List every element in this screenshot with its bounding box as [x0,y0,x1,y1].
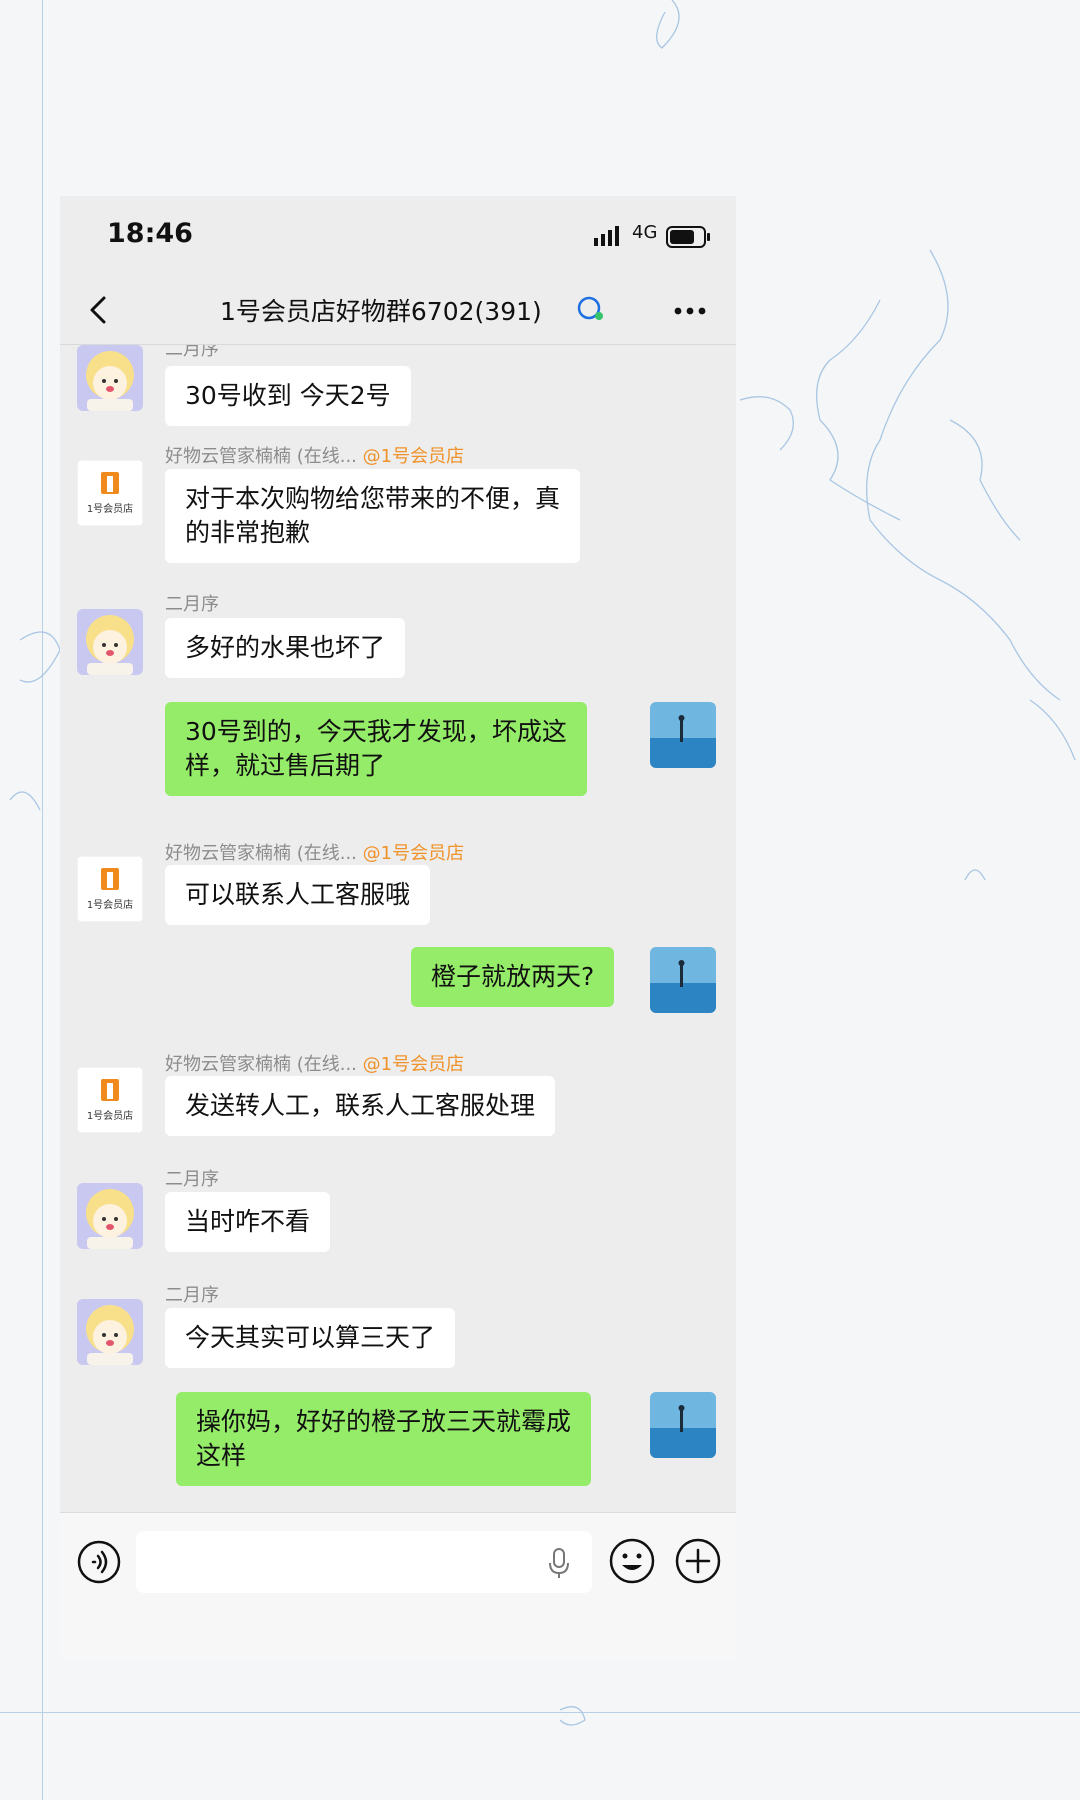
status-time: 18:46 [107,218,193,249]
avatar-user-a[interactable] [77,609,143,675]
cartoon-avatar-icon [77,609,143,675]
chat-title: 1号会员店好物群6702(391) [220,297,542,326]
message-bubble[interactable]: 发送转人工，联系人工客服处理 [165,1076,556,1136]
add-more-icon[interactable] [674,1537,722,1585]
svg-text:1号会员店: 1号会员店 [87,1109,133,1122]
group-chat-badge-icon [577,296,603,320]
sender-name: 好物云管家楠楠 (在线... @1号会员店 [165,843,465,864]
avatar-user-a[interactable] [77,345,143,411]
message-input[interactable] [136,1531,592,1593]
message-bubble[interactable]: 可以联系人工客服哦 [165,865,431,925]
sender-name: 二月序 [165,1169,219,1190]
network-type: 4G [632,222,658,243]
seascape-avatar-icon [650,1392,716,1458]
sender-name: 好物云管家楠楠 (在线... @1号会员店 [165,446,465,467]
svg-text:1号会员店: 1号会员店 [87,898,133,911]
sender-name: 好物云管家楠楠 (在线... @1号会员店 [165,1054,465,1075]
avatar-bot[interactable]: 1号会员店 [77,460,143,526]
microphone-icon[interactable] [544,1547,574,1579]
message-bubble[interactable]: 今天其实可以算三天了 [165,1308,456,1368]
seascape-avatar-icon [650,702,716,768]
svg-text:1号会员店: 1号会员店 [87,502,133,515]
avatar-self[interactable] [650,947,716,1013]
sender-name: 二月序 [165,594,219,615]
sender-name: 二月序 [165,345,219,360]
phone-screen: 18:46 4G 1号会员店好物群6702(391) 二月序 30号收到 今天2… [60,196,736,1660]
message-bubble-self[interactable]: 30号到的，今天我才发现，坏成这 样，就过售后期了 [165,702,587,796]
message-bubble[interactable]: 多好的水果也坏了 [165,618,406,678]
avatar-bot[interactable]: 1号会员店 [77,1067,143,1133]
signal-icon [594,226,619,246]
emoji-icon[interactable] [608,1537,656,1585]
message-bubble[interactable]: 对于本次购物给您带来的不便，真 的非常抱歉 [165,469,581,563]
message-bubble[interactable]: 30号收到 今天2号 [165,366,411,426]
store-logo-icon: 1号会员店 [77,1067,143,1133]
avatar-bot[interactable]: 1号会员店 [77,856,143,922]
seascape-avatar-icon [650,947,716,1013]
battery-icon [666,226,710,248]
cartoon-avatar-icon [77,345,143,411]
avatar-self[interactable] [650,702,716,768]
avatar-user-a[interactable] [77,1183,143,1249]
input-bar [60,1512,736,1660]
sender-name: 二月序 [165,1285,219,1306]
more-options-icon[interactable] [670,296,710,326]
cartoon-avatar-icon [77,1299,143,1365]
message-bubble-self[interactable]: 操你妈，好好的橙子放三天就霉成 这样 [176,1392,592,1486]
message-bubble-self[interactable]: 橙子就放两天? [411,947,615,1007]
store-logo-icon: 1号会员店 [77,856,143,922]
cartoon-avatar-icon [77,1183,143,1249]
store-logo-icon: 1号会员店 [77,460,143,526]
avatar-self[interactable] [650,1392,716,1458]
message-bubble[interactable]: 当时咋不看 [165,1192,331,1252]
message-list: 二月序 30号收到 今天2号 1号会员店 好物云管家楠楠 (在线... @1号会… [60,345,736,1512]
back-arrow-icon[interactable] [80,290,120,330]
chat-header: 1号会员店好物群6702(391) [60,276,736,345]
avatar-user-a[interactable] [77,1299,143,1365]
status-bar: 18:46 4G [60,196,736,276]
voice-input-icon[interactable] [76,1539,122,1585]
